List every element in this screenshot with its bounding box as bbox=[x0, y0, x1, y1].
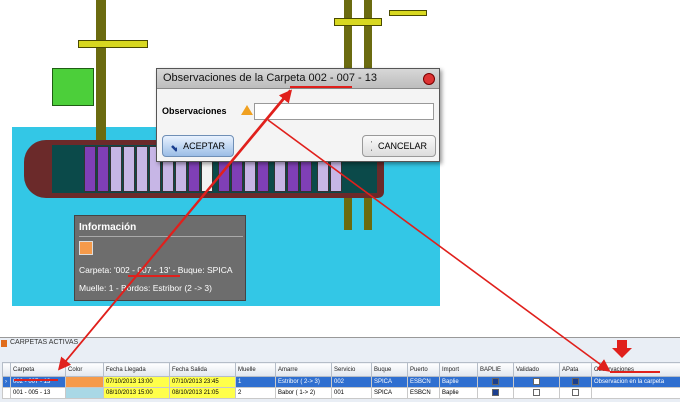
table-cell bbox=[559, 376, 592, 388]
column-header[interactable]: APata bbox=[559, 362, 592, 377]
table-cell bbox=[513, 387, 560, 399]
panel-title-text: CARPETAS ACTIVAS bbox=[10, 339, 79, 346]
column-header[interactable]: Fecha Salida bbox=[169, 362, 236, 377]
crane-mast bbox=[96, 0, 106, 140]
table-cell: ESBCN bbox=[407, 387, 440, 399]
table-cell: 002 bbox=[331, 376, 372, 388]
table-cell: 07/10/2013 13:00 bbox=[103, 376, 170, 388]
table-cell: 001 bbox=[331, 387, 372, 399]
table-cell bbox=[559, 387, 592, 399]
color-swatch bbox=[79, 241, 93, 255]
info-panel: Información Carpeta: '002 - 007 - 13' - … bbox=[74, 215, 246, 301]
column-header[interactable]: Import bbox=[439, 362, 478, 377]
row-indicator-header bbox=[2, 362, 11, 377]
observations-dialog: Observaciones de la Carpeta 002 - 007 - … bbox=[156, 68, 440, 162]
column-header[interactable]: Color bbox=[65, 362, 104, 377]
accept-label: ACEPTAR bbox=[183, 141, 225, 151]
table-cell bbox=[513, 376, 560, 388]
table-cell bbox=[477, 376, 514, 388]
table-cell: 08/10/2013 15:00 bbox=[103, 387, 170, 399]
color-cell bbox=[65, 387, 104, 399]
divider bbox=[79, 236, 243, 237]
container-bay bbox=[136, 146, 148, 192]
table-cell: 07/10/2013 23:45 bbox=[169, 376, 236, 388]
table-cell: SPICA bbox=[371, 387, 408, 399]
table-cell: Babor ( 1-> 2) bbox=[275, 387, 332, 399]
crane-beam bbox=[334, 18, 382, 26]
checkbox[interactable] bbox=[572, 389, 579, 397]
warning-icon bbox=[241, 105, 253, 115]
table-cell: ESBCN bbox=[407, 376, 440, 388]
screenshot-root: Observaciones de la Carpeta 002 - 007 - … bbox=[0, 0, 680, 402]
column-header[interactable]: Carpeta bbox=[10, 362, 66, 377]
table-row[interactable]: › 002 - 007 - 13 07/10/2013 13:00 07/10/201… bbox=[2, 376, 680, 388]
table-cell: 08/10/2013 21:05 bbox=[169, 387, 236, 399]
container-block bbox=[52, 68, 94, 106]
active-folders-panel: CARPETAS ACTIVAS Carpeta Color Fecha Llega… bbox=[0, 337, 680, 402]
table-cell: 001 - 005 - 13 bbox=[10, 387, 66, 399]
table-header: Carpeta Color Fecha Llegada Fecha Salida Mue… bbox=[2, 362, 680, 377]
info-line-muelle: Muelle: 1 - Bordos: Estribor (2 -> 3) bbox=[79, 283, 212, 293]
column-header[interactable]: Servicio bbox=[331, 362, 372, 377]
crane-beam bbox=[389, 10, 427, 16]
checkbox[interactable] bbox=[533, 378, 540, 386]
info-title: Información bbox=[79, 222, 137, 233]
panel-icon bbox=[1, 340, 7, 347]
table-cell: Estribor ( 2-> 3) bbox=[275, 376, 332, 388]
cancel-label: CANCELAR bbox=[377, 141, 427, 151]
observations-input[interactable] bbox=[254, 103, 434, 120]
table-cell bbox=[477, 387, 514, 399]
checkbox[interactable] bbox=[492, 389, 499, 397]
column-header[interactable]: Observaciones bbox=[591, 362, 680, 377]
container-bay bbox=[84, 146, 96, 192]
container-bay bbox=[97, 146, 109, 192]
column-header[interactable]: Buque bbox=[371, 362, 408, 377]
checkbox[interactable] bbox=[572, 378, 579, 386]
dialog-title: Observaciones de la Carpeta 002 - 007 - … bbox=[157, 69, 439, 89]
table-cell bbox=[2, 387, 11, 399]
close-icon[interactable] bbox=[423, 73, 435, 85]
checkbox[interactable] bbox=[492, 378, 499, 386]
color-cell bbox=[65, 376, 104, 388]
container-bay bbox=[110, 146, 122, 192]
info-line-carpeta: Carpeta: '002 - 007 - 13' - Buque: SPICA bbox=[79, 265, 233, 275]
table-row[interactable]: 001 - 005 - 13 08/10/2013 15:00 08/10/2013… bbox=[2, 387, 680, 399]
folders-table: Carpeta Color Fecha Llegada Fecha Salida Mue… bbox=[2, 362, 680, 399]
table-cell: › bbox=[2, 376, 11, 388]
column-header[interactable]: BAPLIE bbox=[477, 362, 514, 377]
table-cell: Baplie bbox=[439, 387, 478, 399]
table-cell: SPICA bbox=[371, 376, 408, 388]
close-icon bbox=[371, 141, 372, 151]
table-cell bbox=[591, 387, 680, 399]
table-cell: Observacion en la carpeta bbox=[591, 376, 680, 388]
checkmark-icon bbox=[171, 145, 178, 152]
container-bay bbox=[123, 146, 135, 192]
column-header[interactable]: Muelle bbox=[235, 362, 276, 377]
cancel-button[interactable]: CANCELAR bbox=[362, 135, 436, 157]
observations-label: Observaciones bbox=[162, 106, 227, 116]
column-header[interactable]: Fecha Llegada bbox=[103, 362, 170, 377]
column-header[interactable]: Puerto bbox=[407, 362, 440, 377]
table-cell: 002 - 007 - 13 bbox=[10, 376, 66, 388]
column-header[interactable]: Amarre bbox=[275, 362, 332, 377]
crane-beam bbox=[78, 40, 148, 48]
column-header[interactable]: Validado bbox=[513, 362, 560, 377]
table-cell: 2 bbox=[235, 387, 276, 399]
table-cell: 1 bbox=[235, 376, 276, 388]
panel-title: CARPETAS ACTIVAS bbox=[0, 338, 680, 349]
table-cell: Baplie bbox=[439, 376, 478, 388]
checkbox[interactable] bbox=[533, 389, 540, 397]
accept-button[interactable]: ACEPTAR bbox=[162, 135, 234, 157]
